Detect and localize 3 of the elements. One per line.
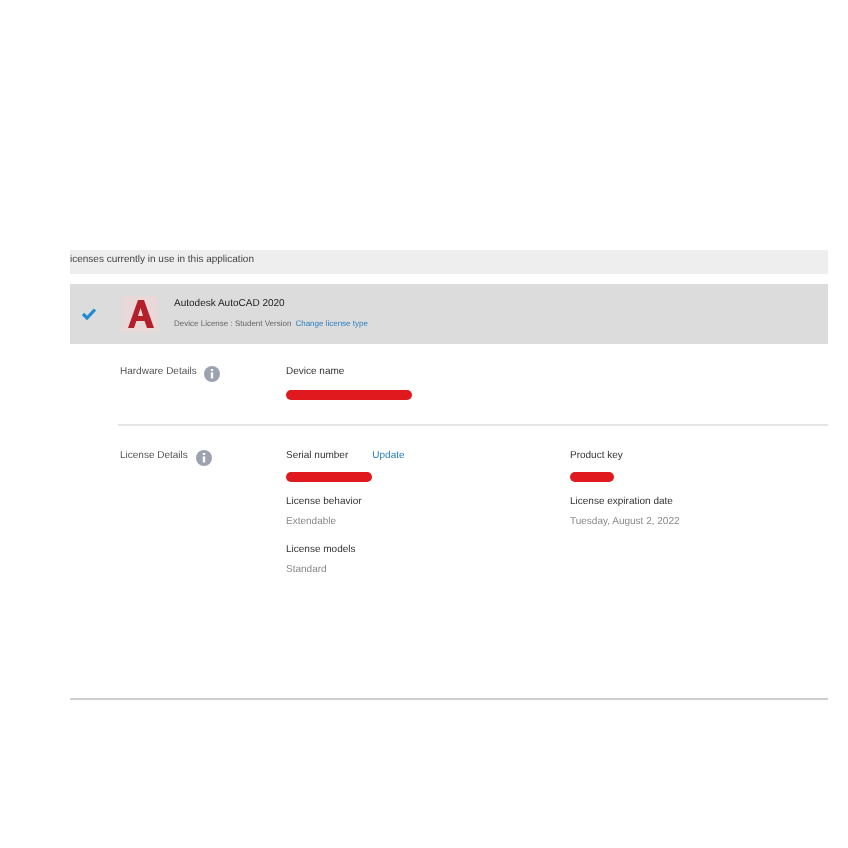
info-icon <box>204 365 221 381</box>
info-icon <box>195 449 212 465</box>
app-logo-icon <box>122 296 158 332</box>
